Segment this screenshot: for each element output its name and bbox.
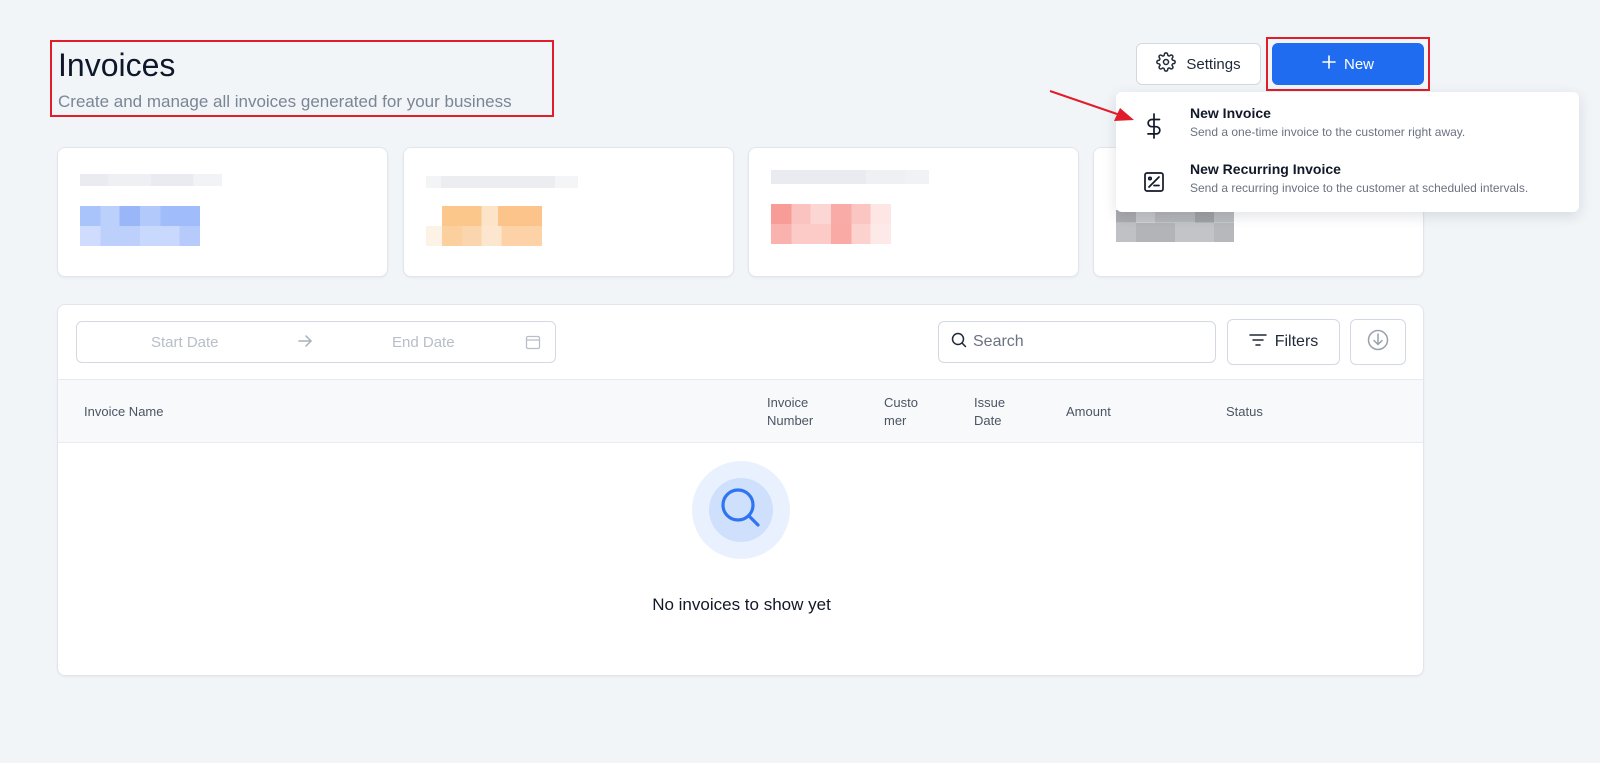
page-subtitle: Create and manage all invoices generated… bbox=[58, 92, 512, 111]
search-input[interactable] bbox=[973, 333, 1193, 351]
summary-card-red bbox=[748, 147, 1079, 277]
card-value-placeholder bbox=[1116, 210, 1234, 242]
page-title: Invoices bbox=[58, 47, 176, 83]
column-header-invoice-number[interactable]: Invoice Number bbox=[767, 394, 813, 430]
card-value-placeholder bbox=[426, 206, 542, 246]
calendar-icon bbox=[525, 334, 541, 354]
new-dropdown-menu: New Invoice Send a one-time invoice to t… bbox=[1116, 92, 1579, 212]
menu-item-description: Send a recurring invoice to the customer… bbox=[1190, 181, 1529, 195]
menu-item-new-recurring-invoice[interactable]: New Recurring Invoice Send a recurring i… bbox=[1116, 160, 1579, 208]
dollar-icon bbox=[1134, 106, 1174, 146]
plus-icon bbox=[1322, 55, 1336, 73]
summary-card-orange bbox=[403, 147, 734, 277]
column-header-customer[interactable]: Custo mer bbox=[884, 394, 918, 430]
search-field[interactable] bbox=[938, 321, 1216, 363]
arrow-right-icon bbox=[297, 333, 313, 353]
settings-button[interactable]: Settings bbox=[1136, 43, 1261, 85]
column-header-status[interactable]: Status bbox=[1226, 403, 1263, 421]
invoices-table-panel: Start Date End Date Filters Invoice Name… bbox=[57, 304, 1424, 676]
download-button[interactable] bbox=[1350, 319, 1406, 365]
menu-item-description: Send a one-time invoice to the customer … bbox=[1190, 125, 1466, 139]
card-value-placeholder bbox=[771, 204, 891, 244]
gear-icon bbox=[1156, 52, 1177, 76]
new-button[interactable]: New bbox=[1272, 43, 1424, 85]
empty-state-illustration bbox=[692, 461, 790, 559]
card-label-placeholder bbox=[426, 176, 578, 188]
new-button-label: New bbox=[1343, 55, 1374, 73]
download-icon bbox=[1367, 329, 1389, 356]
empty-state-message: No invoices to show yet bbox=[652, 595, 831, 614]
column-header-invoice-name[interactable]: Invoice Name bbox=[84, 403, 163, 421]
recurring-invoice-icon bbox=[1134, 162, 1174, 202]
summary-card-blue bbox=[57, 147, 388, 277]
column-header-amount[interactable]: Amount bbox=[1066, 403, 1111, 421]
new-button-highlight: New bbox=[1266, 37, 1430, 91]
date-range-picker[interactable]: Start Date End Date bbox=[76, 321, 556, 363]
filters-button[interactable]: Filters bbox=[1227, 319, 1340, 365]
menu-item-title: New Invoice bbox=[1190, 105, 1271, 121]
card-value-placeholder bbox=[80, 206, 200, 246]
menu-item-title: New Recurring Invoice bbox=[1190, 161, 1341, 177]
search-icon bbox=[951, 332, 967, 353]
table-header: Invoice Name Invoice Number Custo mer Is… bbox=[58, 379, 1423, 443]
end-date-field[interactable]: End Date bbox=[392, 334, 455, 351]
filters-label: Filters bbox=[1274, 333, 1319, 350]
menu-item-new-invoice[interactable]: New Invoice Send a one-time invoice to t… bbox=[1116, 104, 1579, 152]
search-icon bbox=[718, 485, 764, 536]
start-date-field[interactable]: Start Date bbox=[151, 334, 219, 351]
filter-icon bbox=[1248, 333, 1267, 352]
card-label-placeholder bbox=[771, 170, 929, 184]
settings-label: Settings bbox=[1186, 55, 1241, 73]
red-arrow-annotation bbox=[1049, 90, 1134, 121]
page-header: Invoices Create and manage all invoices … bbox=[50, 40, 554, 117]
card-label-placeholder bbox=[80, 174, 222, 186]
column-header-issue-date[interactable]: Issue Date bbox=[974, 394, 1005, 430]
